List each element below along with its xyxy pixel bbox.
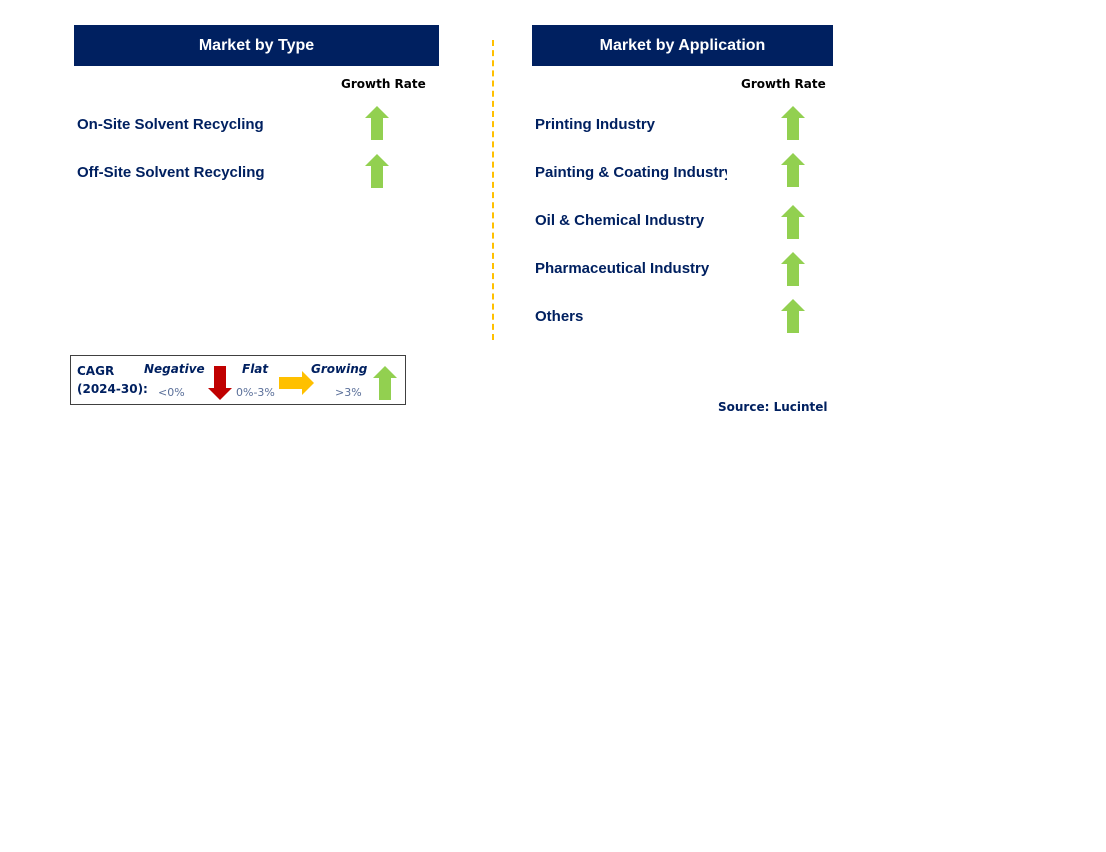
market-by-type-header: Market by Type bbox=[74, 25, 439, 66]
application-row-label: Oil & Chemical Industry bbox=[535, 212, 705, 229]
legend-growing-label: Growing bbox=[311, 362, 368, 376]
legend-period-label: (2024-30): bbox=[77, 382, 148, 396]
type-row-label: On-Site Solvent Recycling bbox=[77, 116, 264, 133]
application-row-label: Pharmaceutical Industry bbox=[535, 260, 710, 277]
market-by-application-title: Market by Application bbox=[599, 36, 766, 54]
arrow-down-icon bbox=[208, 366, 232, 400]
arrow-up-icon bbox=[781, 299, 805, 333]
market-by-type-title: Market by Type bbox=[198, 36, 315, 54]
right-growth-rate-header: Growth Rate bbox=[741, 77, 826, 91]
legend-cagr-label: CAGR bbox=[77, 364, 115, 378]
legend-flat-range: 0%-3% bbox=[236, 386, 275, 399]
legend-negative-label: Negative bbox=[144, 362, 205, 376]
left-growth-rate-header: Growth Rate bbox=[341, 77, 426, 91]
market-by-application-header: Market by Application bbox=[532, 25, 833, 66]
arrow-up-icon bbox=[781, 205, 805, 239]
cagr-legend: CAGR (2024-30): Negative <0% Flat 0%-3% … bbox=[70, 355, 406, 405]
arrow-up-icon bbox=[365, 106, 389, 140]
source-label: Source: Lucintel bbox=[718, 400, 828, 414]
arrow-up-icon bbox=[781, 153, 805, 187]
type-row-label: Off-Site Solvent Recycling bbox=[77, 164, 265, 181]
application-row-label: Printing Industry bbox=[535, 116, 655, 133]
panel-divider bbox=[492, 40, 494, 340]
arrow-up-icon bbox=[781, 106, 805, 140]
arrow-up-icon bbox=[365, 154, 389, 188]
arrow-right-icon bbox=[279, 371, 314, 395]
legend-flat-label: Flat bbox=[242, 362, 269, 376]
legend-growing-range: >3% bbox=[335, 386, 362, 399]
legend-negative-range: <0% bbox=[158, 386, 185, 399]
application-row-label: Others bbox=[535, 308, 584, 325]
arrow-up-icon bbox=[373, 366, 397, 400]
arrow-up-icon bbox=[781, 252, 805, 286]
application-row-label: Painting & Coating Industry bbox=[535, 164, 727, 181]
